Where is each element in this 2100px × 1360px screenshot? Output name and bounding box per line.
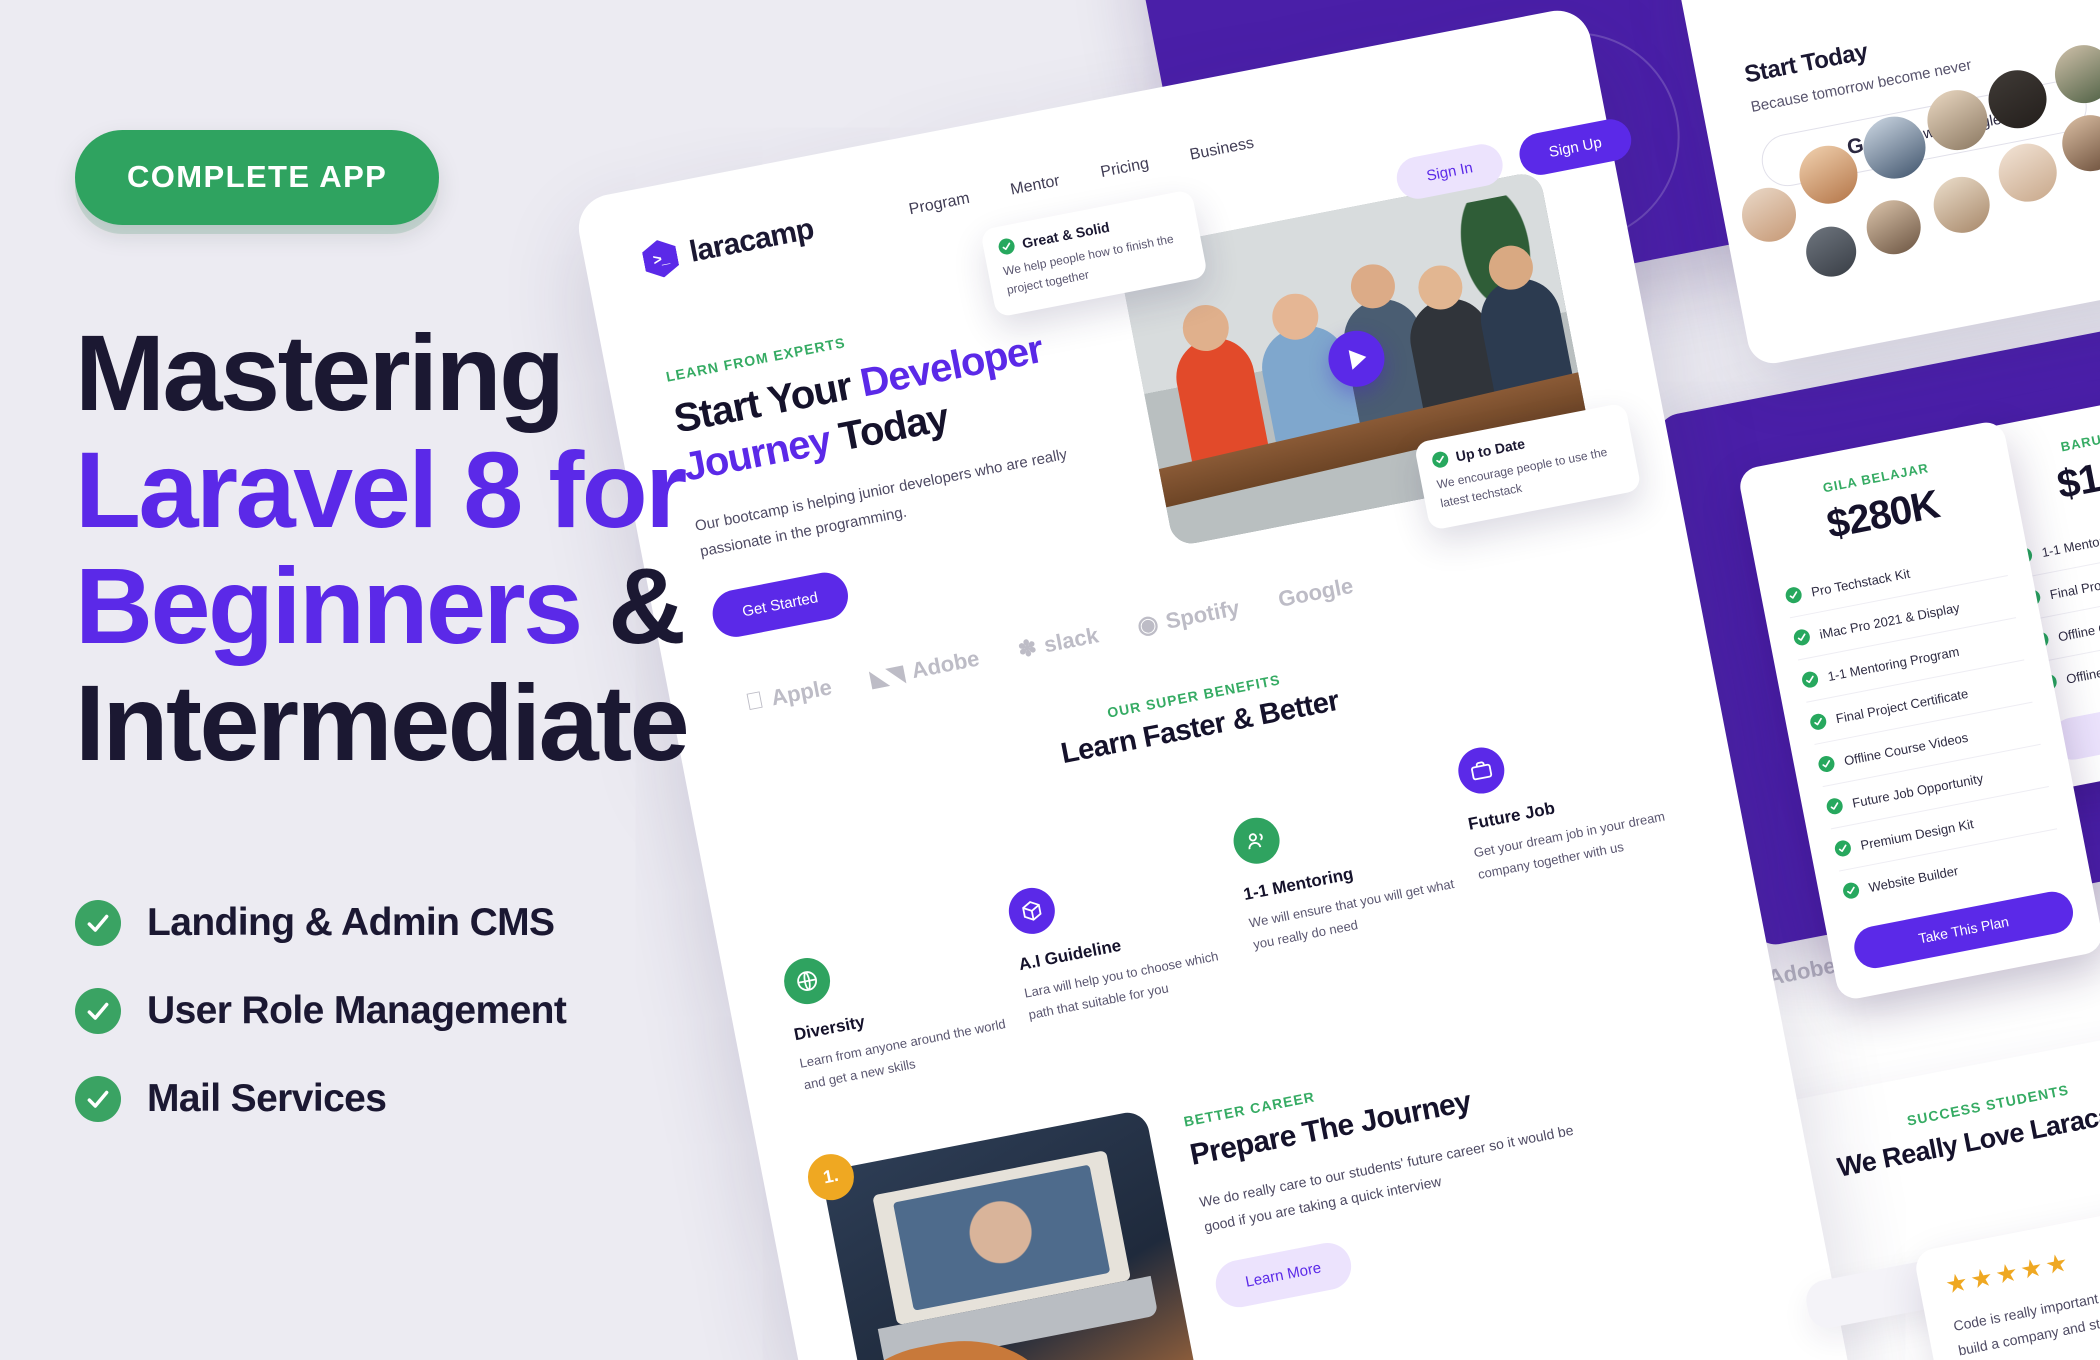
journey-photo (820, 1108, 1208, 1360)
check-icon (1817, 754, 1836, 774)
journey-media: 1. 2. Interview Before taking any progra… (803, 1108, 1208, 1360)
hero-media: Great & Solid We help people how to fini… (980, 170, 1642, 553)
google-logo: Google (1258, 572, 1355, 615)
list-item-label: Mail Services (147, 1076, 387, 1120)
check-icon (997, 237, 1016, 256)
title-line: & (608, 545, 686, 667)
title-line-highlight: Beginners (75, 545, 583, 667)
avatar (1928, 172, 1995, 238)
check-icon (1800, 670, 1820, 689)
check-icon (1784, 585, 1804, 605)
check-icon (75, 1075, 121, 1122)
check-icon (1841, 881, 1861, 901)
benefit-card: Future Job Get your dream job in your dr… (1454, 712, 1703, 961)
briefcase-icon (1454, 743, 1509, 798)
nav-item-pricing[interactable]: Pricing (1099, 155, 1150, 182)
avatar (1737, 183, 1801, 247)
check-icon (1833, 839, 1853, 858)
avatar (1801, 222, 1861, 281)
complete-app-badge: COMPLETE APP (75, 130, 440, 225)
avatar (2057, 110, 2100, 177)
page-title: Mastering Laravel 8 for Beginners & Inte… (75, 312, 795, 783)
feature-list: Landing & Admin CMS User Role Management… (75, 899, 795, 1122)
learn-more-button[interactable]: Learn More (1211, 1239, 1355, 1312)
adobe-logo: ◣◥Adobe (850, 645, 981, 695)
title-line-highlight: Laravel 8 for (75, 428, 687, 550)
promo-column: COMPLETE APP Mastering Laravel 8 for Beg… (75, 130, 795, 1164)
slack-logo: ✽slack (998, 622, 1101, 666)
list-item: Landing & Admin CMS (75, 899, 795, 946)
check-icon (1792, 628, 1812, 647)
check-icon (1808, 712, 1828, 732)
avatar (1794, 140, 1863, 209)
nav-item-program[interactable]: Program (908, 190, 972, 219)
title-line: Intermediate (75, 661, 690, 783)
list-item-label: Pro Techstack Kit (1809, 565, 1912, 600)
check-icon (1825, 796, 1845, 816)
benefit-card: 1-1 Mentoring We will ensure that you wi… (1229, 782, 1474, 1006)
spotify-logo: ◉Spotify (1117, 595, 1241, 644)
promo-banner: </> Start Today Because tomorrow become … (0, 0, 2100, 1360)
avatar (1862, 195, 1926, 259)
list-item: Mail Services (75, 1075, 795, 1122)
avatar (1858, 111, 1931, 184)
list-item-label: Landing & Admin CMS (147, 900, 555, 944)
check-icon (75, 987, 121, 1034)
list-item-label: Website Builder (1867, 862, 1960, 895)
check-icon (75, 899, 121, 946)
benefit-card: A.I Guideline Lara will help you to choo… (1004, 852, 1244, 1050)
nav-item-mentor[interactable]: Mentor (1009, 172, 1061, 199)
nav-item-business[interactable]: Business (1188, 135, 1255, 165)
users-icon (1229, 813, 1284, 868)
cube-icon (1004, 884, 1059, 938)
avatar (1922, 84, 1993, 156)
avatar (1983, 65, 2052, 134)
title-line: Mastering (75, 312, 565, 433)
check-icon (1430, 450, 1450, 470)
benefit-card: Diversity Learn from anyone around the w… (780, 923, 1014, 1096)
list-item-label: 1-1 Mentoring Program (2040, 519, 2100, 560)
avatar (1993, 138, 2062, 207)
list-item: User Role Management (75, 987, 795, 1034)
list-item-label: User Role Management (147, 988, 567, 1032)
pricing-feature-list: Pro Techstack Kit iMac Pro 2021 & Displa… (1782, 534, 2066, 913)
